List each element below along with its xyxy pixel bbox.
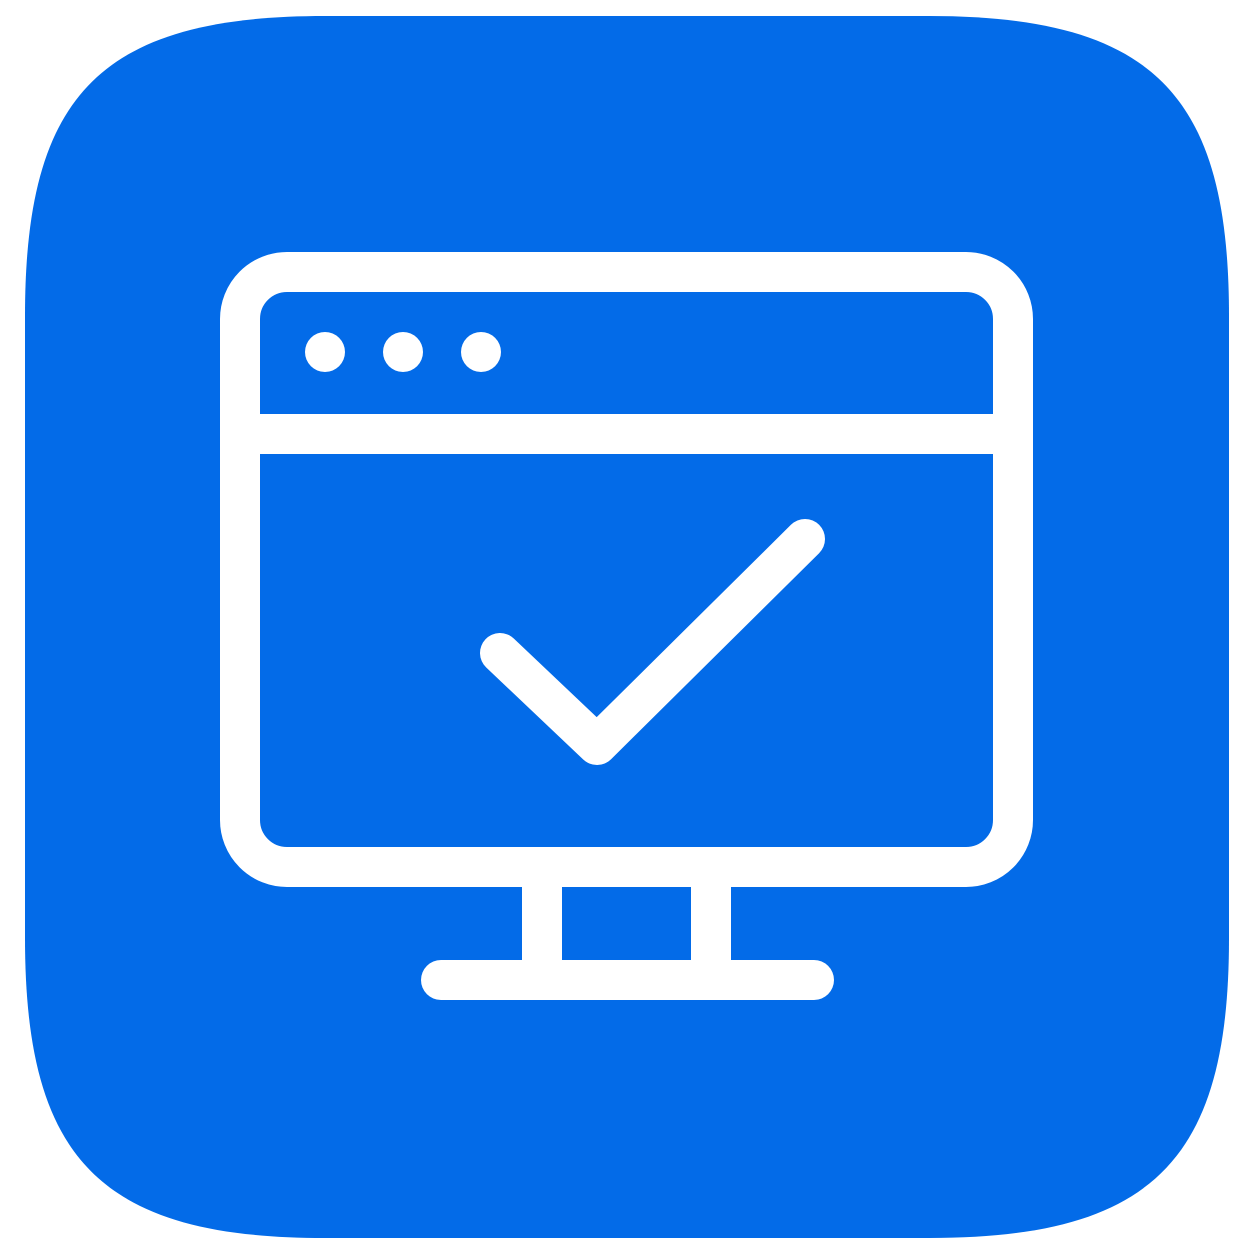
window-dot-2: [383, 332, 423, 372]
app-icon-background: [25, 16, 1229, 1238]
canvas: [0, 0, 1254, 1254]
window-dot-1: [305, 332, 345, 372]
window-dot-3: [461, 332, 501, 372]
window-dots-icon: [305, 332, 501, 372]
app-icon-graphic: [25, 16, 1229, 1238]
app-icon[interactable]: [25, 16, 1229, 1238]
